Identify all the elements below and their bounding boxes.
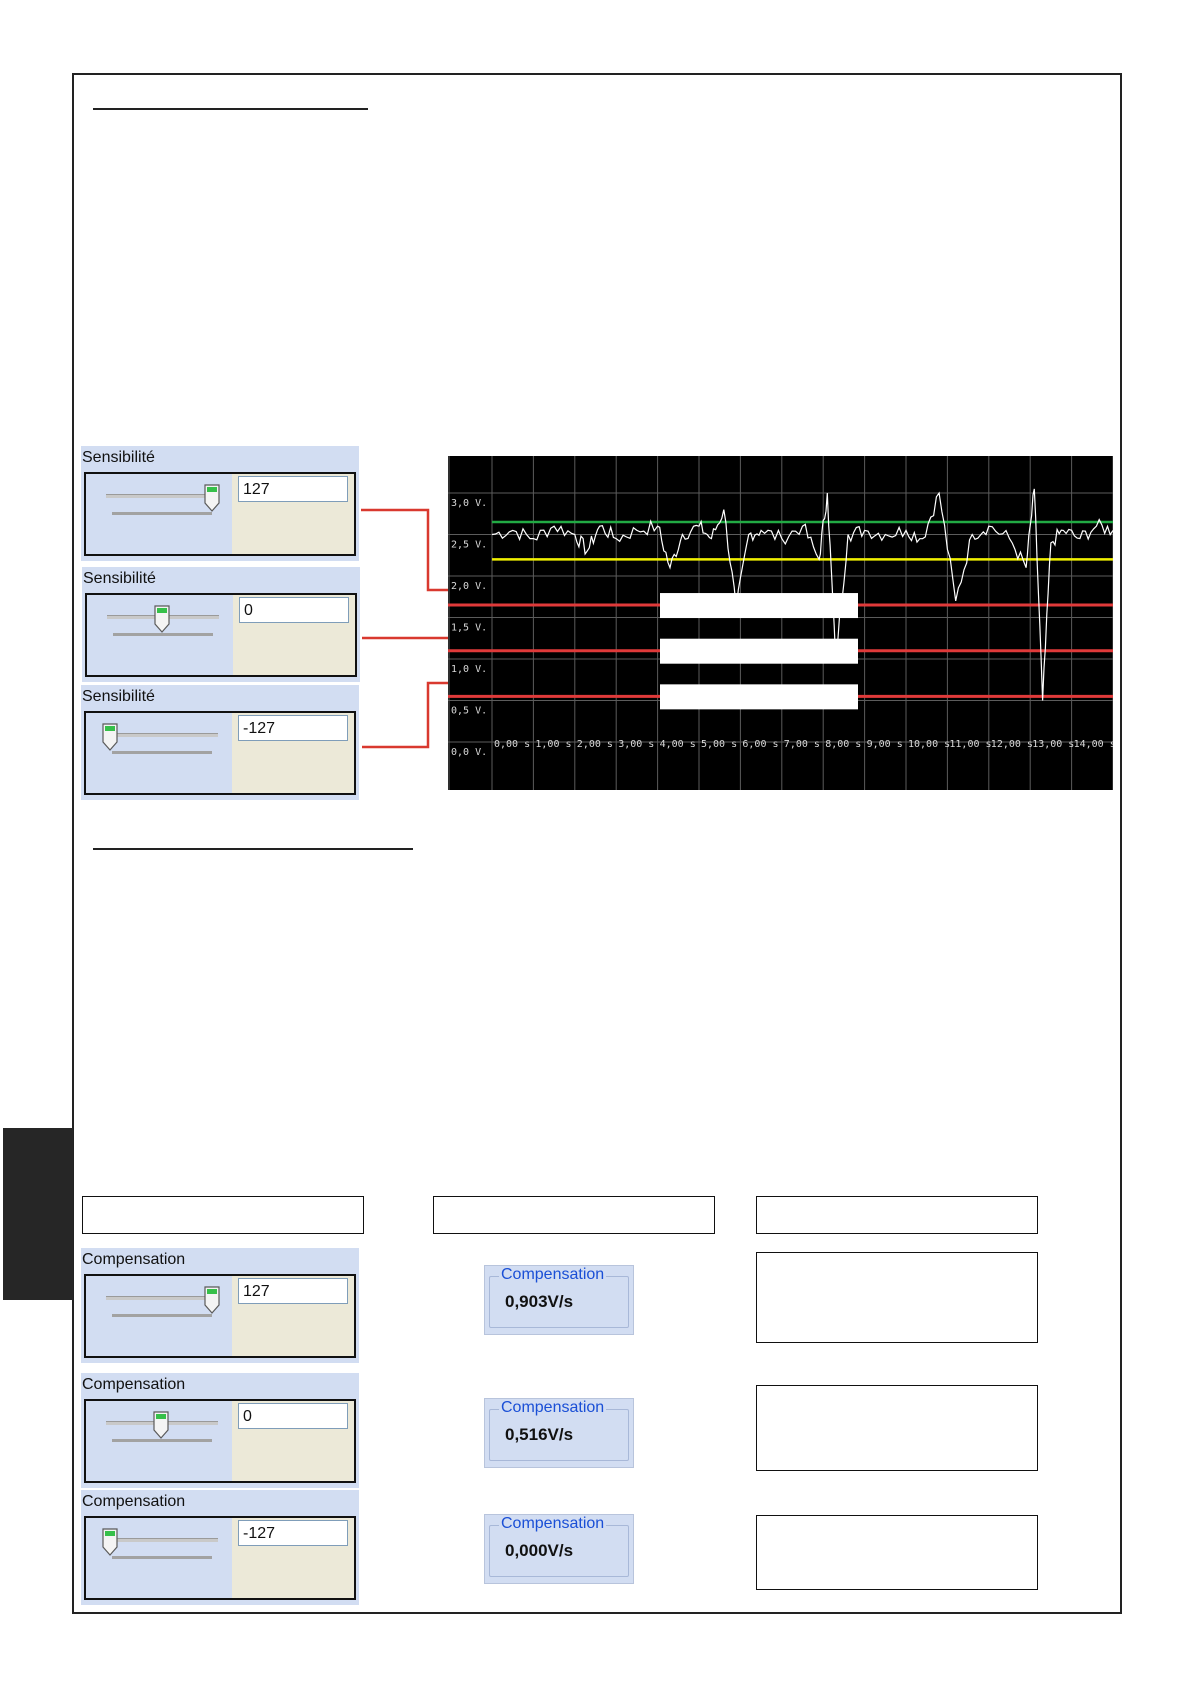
slider-scale bbox=[112, 1439, 212, 1442]
y-tick-label: 1,0 V. bbox=[451, 664, 487, 675]
readout-label: Compensation bbox=[499, 1266, 607, 1284]
readout-value: 0,000V/s bbox=[505, 1541, 574, 1560]
y-tick-label: 0,5 V. bbox=[451, 706, 487, 717]
sensibilite-panel: Sensibilité -127 bbox=[81, 685, 359, 800]
slider-scale bbox=[113, 633, 213, 636]
sensibilite-value-field[interactable]: 0 bbox=[239, 597, 349, 623]
compensation-readout: Compensation 0,000V/s bbox=[484, 1514, 634, 1584]
sensibilite-control-box: 127 bbox=[84, 472, 356, 556]
compensation-label: Compensation bbox=[82, 1376, 186, 1393]
sensibilite-control-box: 0 bbox=[85, 593, 357, 677]
sensibilite-control-box: -127 bbox=[84, 711, 356, 795]
x-tick-label: 8,00 s bbox=[825, 739, 861, 750]
y-tick-label: 3,0 V. bbox=[451, 498, 487, 509]
slider-thumb[interactable] bbox=[204, 1286, 220, 1314]
readout-label: Compensation bbox=[499, 1399, 607, 1417]
signal-scope: 3,0 V. 2,5 V. 2,0 V. 1,5 V. 1,0 V. 0,5 V. 0,0 … bbox=[448, 451, 1121, 790]
scope-chart: 3,0 V. 2,5 V. 2,0 V. 1,5 V. 1,0 V. 0,5 V. 0,0 … bbox=[448, 451, 1121, 790]
x-tick-label: 5,00 s bbox=[701, 739, 737, 750]
column-header-box-2 bbox=[433, 1196, 715, 1234]
x-tick-label: 3,00 s bbox=[618, 739, 654, 750]
section-heading-underline-2 bbox=[93, 848, 413, 850]
compensation-label: Compensation bbox=[82, 1251, 186, 1268]
compensation-control-box: 0 bbox=[84, 1399, 356, 1483]
slider-track[interactable] bbox=[106, 1538, 218, 1542]
compensation-readout: Compensation 0,903V/s bbox=[484, 1265, 634, 1335]
slider-track[interactable] bbox=[106, 733, 218, 737]
x-tick-label: 7,00 s bbox=[784, 739, 820, 750]
y-tick-label: 2,0 V. bbox=[451, 581, 487, 592]
x-tick-label: 0,00 s bbox=[494, 739, 530, 750]
x-tick-label: 11,00 s bbox=[949, 739, 991, 750]
slider-area bbox=[86, 1401, 232, 1481]
sensibilite-label: Sensibilité bbox=[82, 688, 155, 705]
slider-track[interactable] bbox=[106, 494, 218, 498]
threshold-label-box bbox=[660, 638, 858, 664]
slider-scale bbox=[112, 751, 212, 754]
x-tick-label: 14,00 s bbox=[1074, 739, 1113, 750]
compensation-control-box: 127 bbox=[84, 1274, 356, 1358]
compensation-panel: Compensation 127 bbox=[81, 1248, 359, 1363]
x-tick-label: 4,00 s bbox=[660, 739, 696, 750]
sensibilite-label: Sensibilité bbox=[82, 449, 155, 466]
x-tick-label: 13,00 s bbox=[1032, 739, 1074, 750]
compensation-panel: Compensation 0 bbox=[81, 1373, 359, 1488]
section-heading-underline-1 bbox=[93, 108, 368, 110]
side-tab-marker bbox=[3, 1128, 73, 1300]
result-box-3 bbox=[756, 1515, 1038, 1590]
sensibilite-panel: Sensibilité 0 bbox=[82, 567, 360, 682]
slider-scale bbox=[112, 1314, 212, 1317]
slider-scale bbox=[112, 1556, 212, 1559]
slider-thumb[interactable] bbox=[204, 484, 220, 512]
x-tick-label: 6,00 s bbox=[742, 739, 778, 750]
compensation-value-field[interactable]: 0 bbox=[238, 1403, 348, 1429]
readout-value: 0,516V/s bbox=[505, 1425, 574, 1444]
x-tick-label: 1,00 s bbox=[535, 739, 571, 750]
sensibilite-value-field[interactable]: -127 bbox=[238, 715, 348, 741]
compensation-label: Compensation bbox=[82, 1493, 186, 1510]
slider-thumb[interactable] bbox=[154, 605, 170, 633]
result-box-2 bbox=[756, 1385, 1038, 1471]
threshold-label-box bbox=[660, 684, 858, 710]
slider-thumb[interactable] bbox=[102, 723, 118, 751]
slider-area bbox=[86, 474, 232, 554]
slider-area bbox=[86, 713, 232, 793]
compensation-value-field[interactable]: 127 bbox=[238, 1278, 348, 1304]
slider-scale bbox=[112, 512, 212, 515]
x-tick-label: 12,00 s bbox=[991, 739, 1033, 750]
sensibilite-panel: Sensibilité 127 bbox=[81, 446, 359, 561]
threshold-label-box bbox=[660, 593, 858, 619]
sensibilite-value-field[interactable]: 127 bbox=[238, 476, 348, 502]
result-box-1 bbox=[756, 1252, 1038, 1343]
x-tick-label: 10,00 s bbox=[908, 739, 950, 750]
compensation-readout: Compensation 0,516V/s bbox=[484, 1398, 634, 1468]
slider-area bbox=[86, 1276, 232, 1356]
slider-thumb[interactable] bbox=[102, 1528, 118, 1556]
compensation-value-field[interactable]: -127 bbox=[238, 1520, 348, 1546]
slider-thumb[interactable] bbox=[153, 1411, 169, 1439]
column-header-box-3 bbox=[756, 1196, 1038, 1234]
y-tick-label: 2,5 V. bbox=[451, 540, 487, 551]
readout-value: 0,903V/s bbox=[505, 1292, 574, 1311]
sensibilite-label: Sensibilité bbox=[83, 570, 156, 587]
y-tick-label: 1,5 V. bbox=[451, 623, 487, 634]
slider-track[interactable] bbox=[106, 1296, 218, 1300]
slider-area bbox=[86, 1518, 232, 1598]
y-tick-label: 0,0 V. bbox=[451, 747, 487, 758]
readout-label: Compensation bbox=[499, 1515, 607, 1533]
compensation-control-box: -127 bbox=[84, 1516, 356, 1600]
x-tick-label: 9,00 s bbox=[867, 739, 903, 750]
x-tick-label: 2,00 s bbox=[577, 739, 613, 750]
compensation-panel: Compensation -127 bbox=[81, 1490, 359, 1605]
column-header-box-1 bbox=[82, 1196, 364, 1234]
slider-area bbox=[87, 595, 233, 675]
